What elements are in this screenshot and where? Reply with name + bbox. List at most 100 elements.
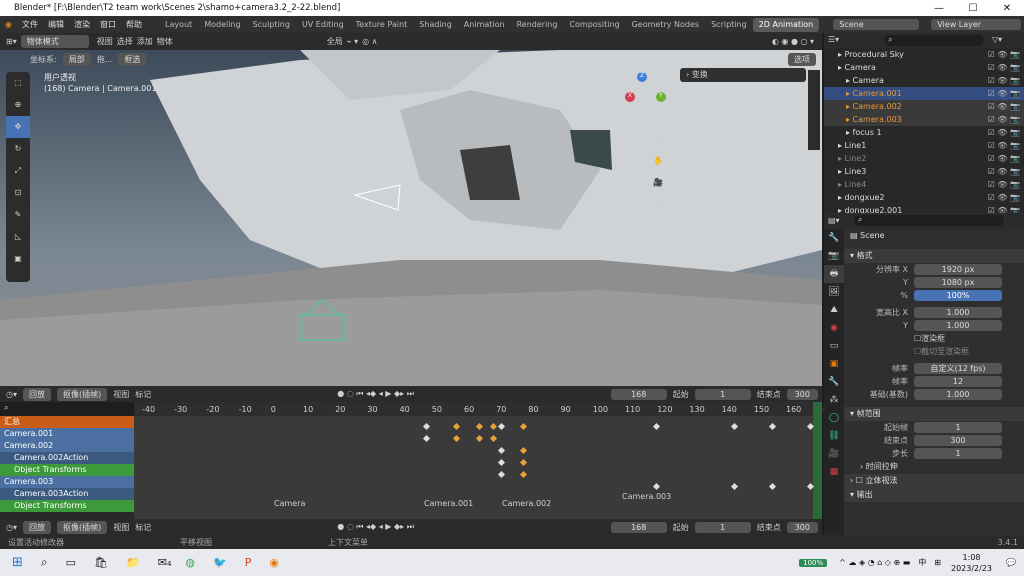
3d-viewport[interactable]: 坐标系: 局部 拖... 框选 选项 用户透视 (168) Camera | C… — [0, 50, 822, 386]
output-section[interactable]: ▾ 输出 — [844, 488, 1024, 502]
keyframe[interactable] — [422, 434, 431, 443]
render-tab-icon[interactable]: 📷 — [824, 247, 844, 265]
keyframe[interactable] — [475, 434, 484, 443]
playback-controls-icon[interactable]: ● ◌ ⏮ ◂◆ ◂ ▶ ◆▸ ⏭ — [337, 389, 414, 399]
keyframe[interactable] — [519, 422, 528, 431]
menu-tl-view[interactable]: 视图 — [113, 389, 129, 400]
fps-dropdown[interactable]: 自定义(12 fps) — [914, 363, 1002, 374]
current-frame[interactable]: 168 — [610, 388, 667, 400]
tab-rendering[interactable]: Rendering — [511, 18, 564, 32]
keyframe[interactable] — [497, 422, 506, 431]
rotate-tool-icon[interactable]: ↻ — [6, 138, 30, 160]
keyframe[interactable] — [422, 422, 431, 431]
outliner-item[interactable]: ▸ Camera ☑ 👁 📷 — [824, 74, 1024, 87]
menu-tl2-view[interactable]: 视图 — [113, 522, 129, 533]
options-dropdown[interactable]: 选项 — [788, 52, 816, 66]
visibility-icon[interactable]: ☑ 👁 📷 — [988, 191, 1020, 204]
sidebar-tabs[interactable] — [808, 70, 820, 150]
editor-type-icon[interactable]: ⊞▾ — [6, 37, 17, 46]
step-field[interactable]: 1 — [914, 448, 1002, 459]
chrome-icon[interactable]: ◍ — [185, 556, 195, 569]
clock[interactable]: 1:08 2023/2/23 — [951, 552, 992, 574]
mail-icon[interactable]: ✉4 — [158, 556, 172, 569]
pct-field[interactable]: 100% — [914, 290, 1002, 301]
blender-task-icon[interactable]: ◉ — [269, 556, 279, 569]
channel-camera-003[interactable]: Camera.003 — [0, 476, 134, 488]
menu-window[interactable]: 窗口 — [95, 19, 121, 30]
object-tab-icon[interactable]: ▣ — [824, 355, 844, 373]
menu-select[interactable]: 选择 — [117, 36, 133, 47]
keyframe[interactable] — [519, 446, 528, 455]
search-icon[interactable]: ⌕ — [41, 555, 48, 570]
explorer-icon[interactable]: 📁 — [126, 556, 140, 569]
mode-dropdown[interactable]: 物体模式 — [20, 35, 89, 48]
current-frame-2[interactable]: 168 — [610, 521, 667, 533]
channel-summary[interactable]: 汇总 — [0, 416, 134, 428]
visibility-icon[interactable]: ☑ 👁 📷 — [988, 87, 1020, 100]
grid-view-icon[interactable]: ⊞ — [650, 194, 666, 216]
menu-add[interactable]: 添加 — [137, 36, 153, 47]
frame-ruler[interactable]: -40 -30 -20 -10 0 10 20 30 40 50 60 70 80 90 100 110 120… — [134, 402, 828, 416]
channel-camera-001[interactable]: Camera.001 — [0, 428, 134, 440]
keyframe[interactable] — [452, 434, 461, 443]
blender-logo-icon[interactable]: ◉ — [0, 20, 17, 29]
keyframe[interactable] — [497, 470, 506, 479]
playback-dropdown[interactable]: 回放 — [23, 387, 51, 401]
tab-compositing[interactable]: Compositing — [563, 18, 625, 32]
channel-camera-003-action[interactable]: Camera.003Action — [0, 488, 134, 500]
add-cube-tool-icon[interactable]: ▣ — [6, 248, 30, 270]
fstart-field[interactable]: 1 — [914, 422, 1002, 433]
measure-tool-icon[interactable]: ◺ — [6, 226, 30, 248]
keyframe[interactable] — [652, 422, 661, 431]
channel-camera-002[interactable]: Camera.002 — [0, 440, 134, 452]
shading-modes-icon[interactable]: ◐ ◉ ● ○ ▾ — [772, 37, 814, 46]
minimize-icon[interactable]: — — [922, 3, 956, 14]
tab-sculpting[interactable]: Sculpting — [247, 18, 296, 32]
border-row[interactable]: ☐ 渲染框 — [844, 332, 1024, 345]
battery-indicator[interactable]: 100% — [799, 558, 828, 567]
tab-2d-animation[interactable]: 2D Animation — [752, 17, 820, 32]
scene-selector[interactable]: Scene — [833, 19, 920, 30]
start-frame[interactable]: 1 — [694, 388, 751, 400]
keyframe[interactable] — [489, 422, 498, 431]
keyframe[interactable] — [652, 482, 661, 491]
menu-edit[interactable]: 编辑 — [43, 19, 69, 30]
visibility-icon[interactable]: ☑ 👁 📷 — [988, 126, 1020, 139]
select-dropdown[interactable]: 框选 — [118, 52, 147, 66]
keyframe[interactable] — [519, 458, 528, 467]
stereo-section[interactable]: › ☐ 立体视法 — [844, 474, 1024, 488]
physics-tab-icon[interactable]: ◯ — [824, 409, 844, 427]
tray-icons[interactable]: ^ ☁ ◈ ◔ ⌂ ◇ ⊕ ▬ — [839, 558, 910, 567]
menu-object[interactable]: 物体 — [157, 36, 173, 47]
close-icon[interactable]: ✕ — [990, 3, 1024, 14]
pan-hand-icon[interactable]: ✋ — [650, 150, 666, 172]
zoom-icon[interactable]: ⊕ — [650, 128, 666, 150]
menu-help[interactable]: 帮助 — [121, 19, 147, 30]
maximize-icon[interactable]: ☐ — [956, 3, 990, 14]
world-tab-icon[interactable]: ◉ — [824, 319, 844, 337]
transform-orientation-dropdown[interactable]: 全局 — [327, 36, 343, 47]
view-layer-tab-icon[interactable]: 🖼 — [824, 283, 844, 301]
camera-view-icon[interactable]: 🎥 — [650, 172, 666, 194]
modifier-tab-icon[interactable]: 🔧 — [824, 373, 844, 391]
fend-field[interactable]: 300 — [914, 435, 1002, 446]
outliner-item[interactable]: ▸ Camera.003 ☑ 👁 📷 — [824, 113, 1024, 126]
outliner-item[interactable]: ▸ Line4 ☑ 👁 📷 — [824, 178, 1024, 191]
outliner-editor-icon[interactable]: ☰▾ — [828, 35, 839, 44]
keyframe[interactable] — [730, 422, 739, 431]
properties-editor-icon[interactable]: ▤▾ — [828, 216, 840, 225]
visibility-icon[interactable]: ☑ 👁 📷 — [988, 61, 1020, 74]
view-layer-selector[interactable]: View Layer — [931, 19, 1022, 30]
playback2-controls-icon[interactable]: ● ◌ ⏮ ◂◆ ◂ ▶ ◆▸ ⏭ — [337, 522, 414, 532]
collection-tab-icon[interactable]: ▭ — [824, 337, 844, 355]
channel-search[interactable]: ⌕ — [0, 402, 134, 416]
visibility-icon[interactable]: ☑ 👁 📷 — [988, 74, 1020, 87]
channel-camera-002-action[interactable]: Camera.002Action — [0, 452, 134, 464]
transform-tool-icon[interactable]: ⊡ — [6, 182, 30, 204]
visibility-icon[interactable]: ☑ 👁 📷 — [988, 113, 1020, 126]
marker-camera-001[interactable]: Camera.001 — [424, 499, 473, 508]
keyframe[interactable] — [497, 458, 506, 467]
outliner-item[interactable]: ▸ Procedural Sky ☑ 👁 📷 — [824, 48, 1024, 61]
tab-animation[interactable]: Animation — [458, 18, 511, 32]
tab-shading[interactable]: Shading — [413, 18, 458, 32]
